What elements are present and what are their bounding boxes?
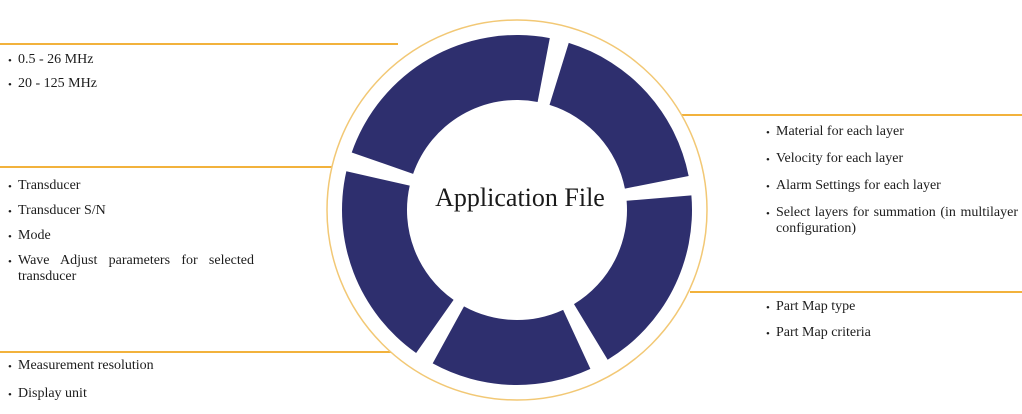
list-item: Select layers for summation (in multilay… [766, 205, 1018, 241]
list-item: 20 - 125 MHz [8, 76, 97, 100]
transducer-list: Transducer Transducer S/N Mode Wave Adju… [8, 178, 254, 289]
display-list: Measurement resolution Display unit [8, 358, 154, 414]
partmap-list: Part Map type Part Map criteria [766, 299, 871, 351]
list-item: Alarm Settings for each layer [766, 178, 1018, 205]
list-item: Transducer S/N [8, 203, 254, 228]
list-item: Mode [8, 228, 254, 253]
list-item: Measurement resolution [8, 358, 154, 386]
list-item: 0.5 - 26 MHz [8, 52, 97, 76]
list-item: Wave Adjust parameters for selected tran… [8, 253, 254, 289]
list-item: Velocity for each layer [766, 151, 1018, 178]
list-item: Part Map type [766, 299, 871, 325]
list-item: Display unit [8, 386, 154, 414]
frequency-list: 0.5 - 26 MHz 20 - 125 MHz [8, 52, 97, 100]
list-item: Transducer [8, 178, 254, 203]
layers-list: Material for each layer Velocity for eac… [766, 124, 1018, 241]
list-item: Part Map criteria [766, 325, 871, 351]
list-item: Material for each layer [766, 124, 1018, 151]
center-title: Application File [435, 183, 605, 212]
